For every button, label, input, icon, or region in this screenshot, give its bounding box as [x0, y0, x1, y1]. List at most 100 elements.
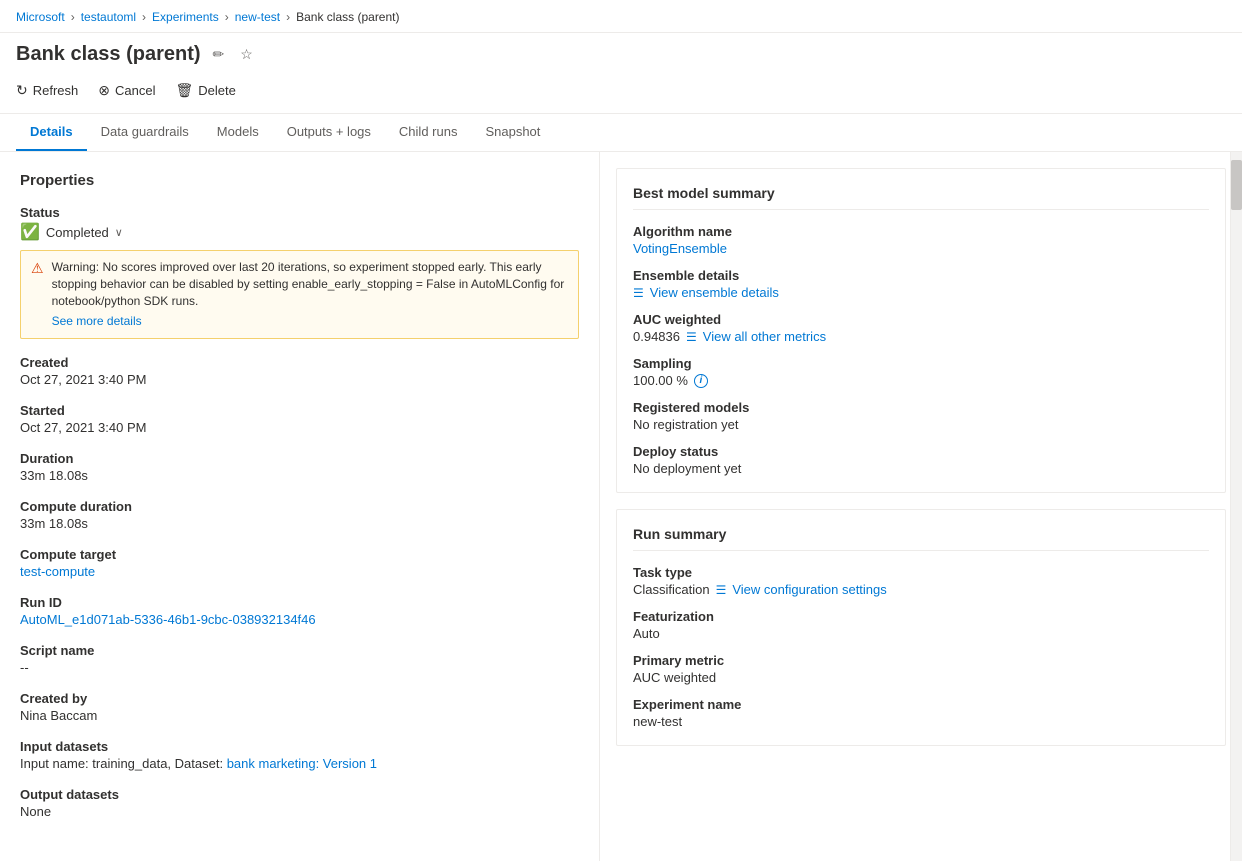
- scrollbar-track: [1230, 152, 1242, 861]
- featurization-value: Auto: [633, 626, 1209, 641]
- deploy-status-label: Deploy status: [633, 444, 1209, 459]
- cancel-icon: ⊗: [98, 82, 110, 99]
- main-content: Properties Status ✅ Completed ∨ ⚠ Warnin…: [0, 152, 1242, 861]
- algorithm-name-label: Algorithm name: [633, 224, 1209, 239]
- sampling-value: 100.00 % i: [633, 373, 1209, 388]
- ensemble-details-link[interactable]: View ensemble details: [650, 285, 779, 300]
- output-datasets-label: Output datasets: [20, 787, 579, 802]
- compute-duration-value: 33m 18.08s: [20, 516, 579, 531]
- auc-weighted-row: AUC weighted 0.94836 ☰ View all other me…: [633, 312, 1209, 344]
- tab-details[interactable]: Details: [16, 114, 87, 151]
- page-title: Bank class (parent): [16, 43, 201, 66]
- input-datasets-label: Input datasets: [20, 739, 579, 754]
- breadcrumb-experiments[interactable]: Experiments: [152, 10, 219, 24]
- input-datasets-value: Input name: training_data, Dataset: bank…: [20, 756, 579, 771]
- run-id-link[interactable]: AutoML_e1d071ab-5336-46b1-9cbc-038932134…: [20, 612, 316, 627]
- best-model-card: Best model summary Algorithm name Voting…: [616, 168, 1226, 493]
- cancel-label: Cancel: [115, 83, 155, 98]
- refresh-icon: ↻: [16, 82, 28, 99]
- sampling-label: Sampling: [633, 356, 1209, 371]
- run-id-group: Run ID AutoML_e1d071ab-5336-46b1-9cbc-03…: [20, 595, 579, 627]
- algorithm-name-value: VotingEnsemble: [633, 241, 1209, 256]
- auc-weighted-value: 0.94836 ☰ View all other metrics: [633, 329, 1209, 344]
- input-datasets-link[interactable]: bank marketing: Version 1: [227, 756, 377, 771]
- sampling-row: Sampling 100.00 % i: [633, 356, 1209, 388]
- run-id-label: Run ID: [20, 595, 579, 610]
- task-type-label: Task type: [633, 565, 1209, 580]
- primary-metric-label: Primary metric: [633, 653, 1209, 668]
- page-header: Bank class (parent) ✏ ☆: [0, 33, 1242, 72]
- see-more-link[interactable]: See more details: [52, 313, 568, 330]
- warning-content: Warning: No scores improved over last 20…: [52, 259, 568, 330]
- script-name-value: --: [20, 660, 579, 675]
- tab-data-guardrails[interactable]: Data guardrails: [87, 114, 203, 151]
- task-type-row: Task type Classification ☰ View configur…: [633, 565, 1209, 597]
- compute-target-group: Compute target test-compute: [20, 547, 579, 579]
- status-label: Status: [20, 205, 579, 220]
- tab-models[interactable]: Models: [203, 114, 273, 151]
- duration-group: Duration 33m 18.08s: [20, 451, 579, 483]
- status-value: Completed: [46, 225, 109, 240]
- tab-outputs-logs[interactable]: Outputs + logs: [273, 114, 385, 151]
- warning-box: ⚠ Warning: No scores improved over last …: [20, 250, 579, 339]
- input-datasets-prefix: Input name: training_data, Dataset:: [20, 756, 227, 771]
- view-config-link[interactable]: View configuration settings: [732, 582, 886, 597]
- ensemble-details-row: Ensemble details ☰ View ensemble details: [633, 268, 1209, 300]
- experiment-name-label: Experiment name: [633, 697, 1209, 712]
- refresh-label: Refresh: [33, 83, 79, 98]
- edit-button[interactable]: ✏: [209, 44, 229, 65]
- created-by-group: Created by Nina Baccam: [20, 691, 579, 723]
- started-group: Started Oct 27, 2021 3:40 PM: [20, 403, 579, 435]
- compute-target-value: test-compute: [20, 564, 579, 579]
- status-row: ✅ Completed ∨: [20, 222, 579, 242]
- favorite-button[interactable]: ☆: [236, 44, 257, 65]
- run-summary-card: Run summary Task type Classification ☰ V…: [616, 509, 1226, 746]
- compute-target-link[interactable]: test-compute: [20, 564, 95, 579]
- config-list-icon: ☰: [716, 583, 727, 597]
- compute-target-label: Compute target: [20, 547, 579, 562]
- breadcrumb-new-test[interactable]: new-test: [235, 10, 280, 24]
- sampling-info-icon[interactable]: i: [694, 374, 708, 388]
- created-label: Created: [20, 355, 579, 370]
- ensemble-list-icon: ☰: [633, 286, 644, 300]
- delete-icon: 🗑: [175, 82, 193, 99]
- status-dropdown-button[interactable]: ∨: [115, 226, 123, 239]
- status-group: Status ✅ Completed ∨ ⚠ Warning: No score…: [20, 205, 579, 339]
- run-id-value: AutoML_e1d071ab-5336-46b1-9cbc-038932134…: [20, 612, 579, 627]
- tab-child-runs[interactable]: Child runs: [385, 114, 472, 151]
- primary-metric-value: AUC weighted: [633, 670, 1209, 685]
- right-panel: Best model summary Algorithm name Voting…: [600, 152, 1242, 861]
- featurization-row: Featurization Auto: [633, 609, 1209, 641]
- tab-snapshot[interactable]: Snapshot: [471, 114, 554, 151]
- auc-weighted-label: AUC weighted: [633, 312, 1209, 327]
- delete-button[interactable]: 🗑 Delete: [175, 78, 235, 103]
- cancel-button[interactable]: ⊗ Cancel: [98, 78, 155, 103]
- status-check-icon: ✅: [20, 222, 40, 242]
- breadcrumb: Microsoft › testautoml › Experiments › n…: [0, 0, 1242, 33]
- toolbar: ↻ Refresh ⊗ Cancel 🗑 Delete: [0, 72, 1242, 114]
- algorithm-name-row: Algorithm name VotingEnsemble: [633, 224, 1209, 256]
- featurization-label: Featurization: [633, 609, 1209, 624]
- output-datasets-value: None: [20, 804, 579, 819]
- tabs-bar: Details Data guardrails Models Outputs +…: [0, 114, 1242, 152]
- duration-label: Duration: [20, 451, 579, 466]
- created-group: Created Oct 27, 2021 3:40 PM: [20, 355, 579, 387]
- script-name-group: Script name --: [20, 643, 579, 675]
- created-value: Oct 27, 2021 3:40 PM: [20, 372, 579, 387]
- breadcrumb-current: Bank class (parent): [296, 10, 399, 24]
- algorithm-name-link[interactable]: VotingEnsemble: [633, 241, 727, 256]
- view-all-metrics-link[interactable]: View all other metrics: [703, 329, 826, 344]
- output-datasets-group: Output datasets None: [20, 787, 579, 819]
- started-label: Started: [20, 403, 579, 418]
- run-summary-title: Run summary: [633, 526, 1209, 551]
- created-by-value: Nina Baccam: [20, 708, 579, 723]
- compute-duration-label: Compute duration: [20, 499, 579, 514]
- scrollbar-thumb[interactable]: [1231, 160, 1242, 210]
- experiment-name-row: Experiment name new-test: [633, 697, 1209, 729]
- breadcrumb-testautoml[interactable]: testautoml: [81, 10, 136, 24]
- experiment-name-value: new-test: [633, 714, 1209, 729]
- ensemble-details-label: Ensemble details: [633, 268, 1209, 283]
- refresh-button[interactable]: ↻ Refresh: [16, 78, 78, 103]
- breadcrumb-microsoft[interactable]: Microsoft: [16, 10, 65, 24]
- task-type-value: Classification ☰ View configuration sett…: [633, 582, 1209, 597]
